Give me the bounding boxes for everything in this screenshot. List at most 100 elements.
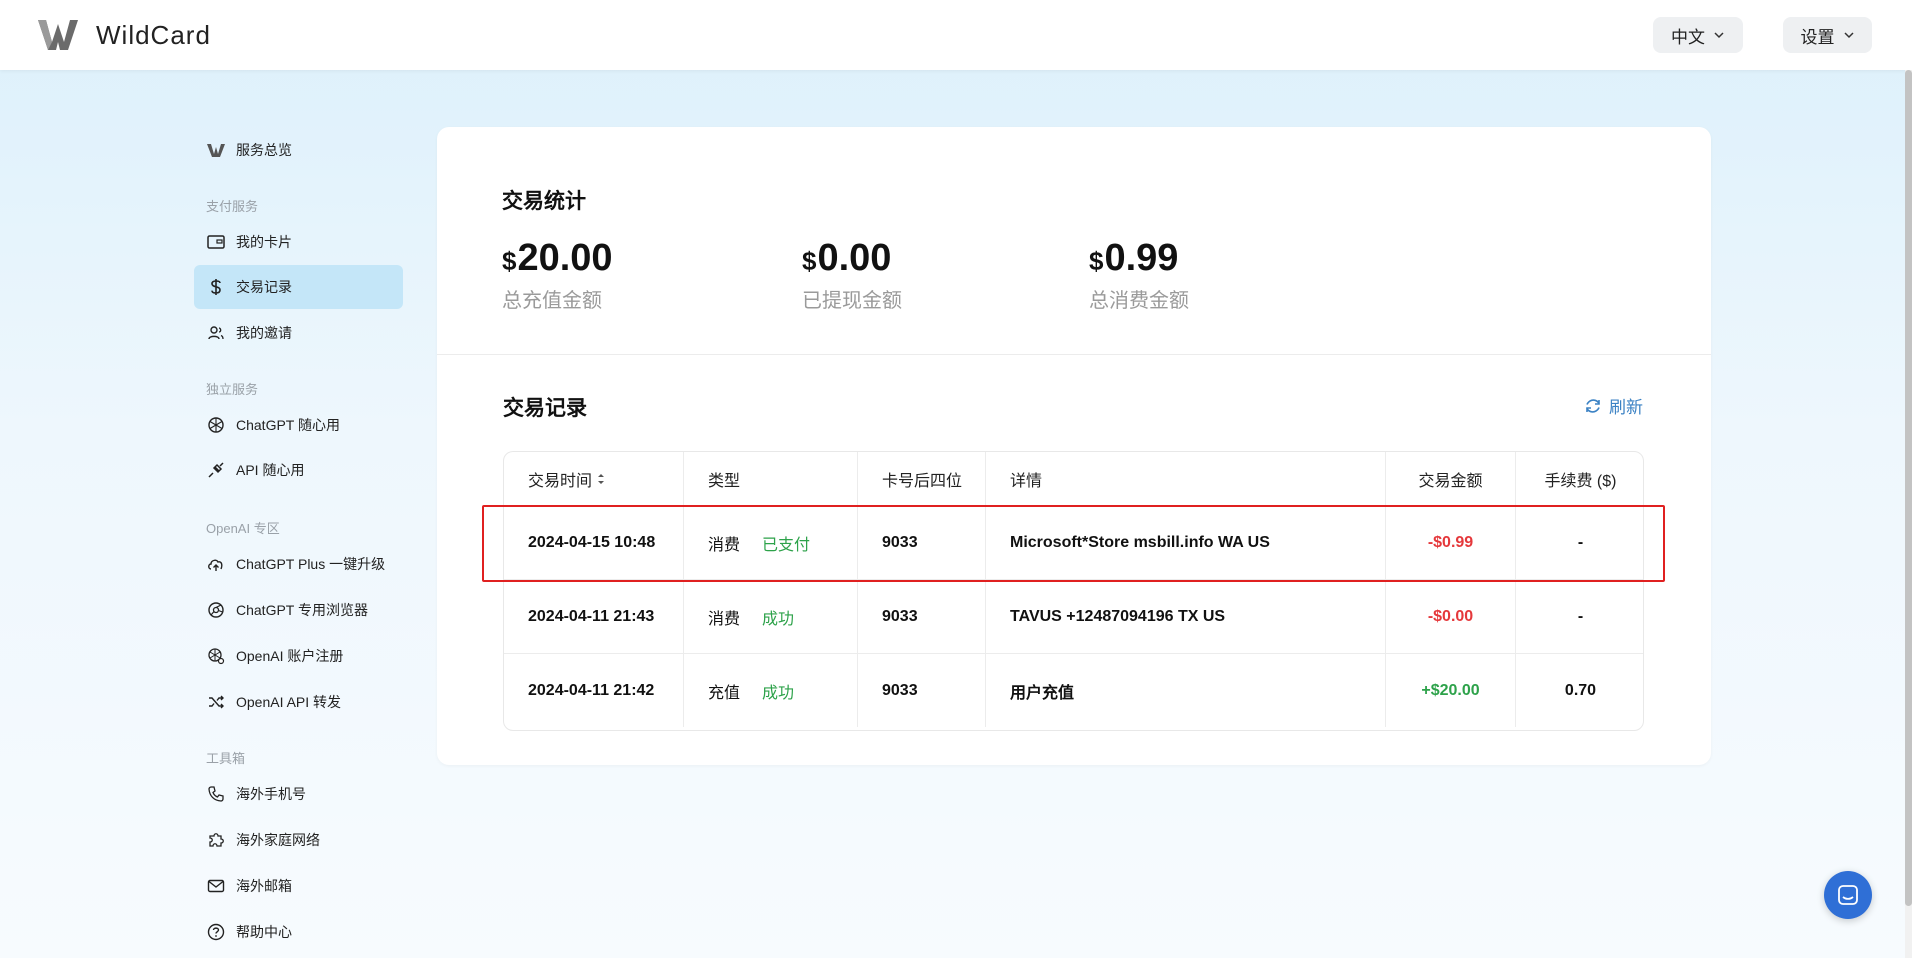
column-header-card-last4: 卡号后四位: [858, 452, 986, 505]
sidebar-item-label: 帮助中心: [236, 924, 292, 940]
type-status: 成功: [762, 684, 795, 702]
cell-type: 充值 成功: [684, 654, 858, 727]
cell-time: 2024-04-11 21:42: [504, 654, 684, 727]
stat-value: $ 0.99: [1089, 237, 1189, 280]
settings-label: 设置: [1800, 27, 1835, 47]
wildcard-logo-icon[interactable]: [38, 16, 78, 52]
browser-icon: [208, 602, 224, 618]
sidebar-item-label: ChatGPT 随心用: [236, 417, 340, 433]
sidebar-item-label: 我的卡片: [236, 234, 292, 250]
refresh-button[interactable]: 刷新: [1583, 393, 1643, 418]
sidebar-item-chatgpt-anytime[interactable]: ChatGPT 随心用: [194, 403, 403, 447]
brand-name[interactable]: WildCard: [96, 20, 211, 51]
stat-value: $ 0.00: [802, 237, 902, 280]
wildcard-small-logo-icon: [207, 144, 225, 157]
shuffle-icon: [209, 695, 224, 709]
sidebar-item-label: 海外邮箱: [236, 878, 292, 894]
sidebar-item-help-center[interactable]: 帮助中心: [194, 910, 403, 954]
type-kind: 消费: [708, 536, 741, 554]
card-icon: [207, 235, 225, 249]
sidebar-item-openai-api-forward[interactable]: OpenAI API 转发: [194, 680, 403, 724]
cell-detail: 用户充值: [986, 654, 1386, 727]
stat-label: 已提现金额: [802, 290, 902, 312]
sidebar-item-my-cards[interactable]: 我的卡片: [194, 220, 403, 264]
table-row[interactable]: 2024-04-11 21:43 消费 成功 9033 TAVUS +12487…: [504, 579, 1643, 653]
currency-symbol: $: [802, 246, 817, 276]
cell-fee: -: [1577, 607, 1584, 625]
sidebar-item-label: 交易记录: [236, 279, 292, 295]
chat-support-button[interactable]: [1824, 871, 1872, 919]
sidebar-item-label: 我的邀请: [236, 325, 292, 341]
sidebar-item-overview[interactable]: 服务总览: [194, 128, 403, 172]
refresh-icon: [1586, 398, 1600, 413]
table-header-row: 交易时间 类型 卡号后四位 详情 交易金额 手续费 ($): [504, 452, 1643, 505]
sidebar-item-label: ChatGPT Plus 一键升级: [236, 556, 386, 572]
sort-icon[interactable]: [596, 472, 606, 486]
cell-amount: -$0.99: [1386, 506, 1516, 579]
sidebar-item-openai-register[interactable]: OpenAI 账户注册: [194, 634, 403, 678]
sidebar-item-overseas-home-network[interactable]: 海外家庭网络: [194, 818, 403, 862]
cell-amount: -$0.00: [1386, 580, 1516, 653]
section-label-openai: OpenAI 专区: [206, 521, 280, 536]
column-header-fee: 手续费 ($): [1544, 472, 1617, 490]
page-scrollbar[interactable]: [1905, 70, 1912, 958]
sidebar-item-transactions[interactable]: 交易记录: [194, 265, 403, 309]
phone-icon: [208, 786, 224, 802]
sidebar-item-overseas-email[interactable]: 海外邮箱: [194, 864, 403, 908]
cell-fee: 0.70: [1564, 681, 1597, 699]
cell-card: 9033: [858, 506, 986, 579]
sidebar-item-label: 海外家庭网络: [236, 832, 320, 848]
column-label: 交易时间: [528, 472, 593, 490]
section-label-standalone: 独立服务: [206, 382, 259, 397]
column-header-time[interactable]: 交易时间: [504, 452, 684, 505]
language-select[interactable]: 中文: [1653, 17, 1743, 53]
table-row[interactable]: 2024-04-11 21:42 充值 成功 9033 用户充值 +$20.00…: [504, 653, 1643, 727]
sidebar-item-label: ChatGPT 专用浏览器: [236, 602, 368, 618]
transactions-table: 交易时间 类型 卡号后四位 详情 交易金额 手续费 ($) 2024-04-15…: [503, 451, 1644, 731]
stat-amount: 20.00: [517, 237, 613, 279]
scrollbar-thumb[interactable]: [1905, 70, 1912, 906]
type-status: 成功: [762, 610, 795, 628]
chevron-down-icon: [1843, 32, 1854, 39]
sidebar-item-api-anytime[interactable]: API 随心用: [194, 448, 403, 492]
openai-icon: [208, 417, 224, 433]
sidebar-item-label: OpenAI 账户注册: [236, 648, 344, 664]
sidebar-item-label: 服务总览: [236, 142, 292, 158]
dollar-icon: [211, 279, 221, 295]
stat-value: $ 20.00: [502, 237, 613, 280]
stat-label: 总消费金额: [1089, 290, 1189, 312]
type-kind: 消费: [708, 610, 741, 628]
sidebar-item-label: API 随心用: [236, 462, 305, 478]
cell-detail: Microsoft*Store msbill.info WA US: [986, 506, 1386, 579]
table-row[interactable]: 2024-04-15 10:48 消费 已支付 9033 Microsoft*S…: [504, 505, 1643, 579]
column-header-amount: 交易金额: [1386, 452, 1516, 505]
cell-detail: TAVUS +12487094196 TX US: [986, 580, 1386, 653]
sidebar-item-label: 海外手机号: [236, 786, 306, 802]
chat-icon: [1838, 885, 1858, 905]
sidebar-item-label: OpenAI API 转发: [236, 694, 342, 710]
cell-amount: +$20.00: [1386, 654, 1516, 727]
top-header: WildCard 中文 设置: [0, 0, 1912, 70]
sidebar-item-plus-upgrade[interactable]: ChatGPT Plus 一键升级: [194, 542, 403, 586]
cell-time: 2024-04-11 21:43: [504, 580, 684, 653]
stat-label: 总充值金额: [502, 290, 602, 312]
settings-dropdown[interactable]: 设置: [1783, 17, 1872, 53]
stat-total-withdrawn: $ 0.00 已提现金额: [802, 237, 902, 313]
stats-title: 交易统计: [502, 190, 586, 213]
stat-amount: 0.99: [1104, 237, 1179, 279]
transactions-card: 交易统计 $ 20.00 总充值金额 $ 0.00 已提现金额 $ 0.99 总…: [437, 127, 1711, 765]
sidebar-item-invitations[interactable]: 我的邀请: [194, 311, 403, 355]
type-kind: 充值: [708, 684, 741, 702]
cell-time: 2024-04-15 10:48: [504, 506, 684, 579]
cell-type: 消费 已支付: [684, 506, 858, 579]
sidebar-item-chatgpt-browser[interactable]: ChatGPT 专用浏览器: [194, 588, 403, 632]
cell-type: 消费 成功: [684, 580, 858, 653]
cell-card: 9033: [858, 580, 986, 653]
column-header-type: 类型: [684, 452, 858, 505]
puzzle-icon: [209, 833, 224, 847]
sidebar-item-overseas-phone[interactable]: 海外手机号: [194, 772, 403, 816]
currency-symbol: $: [502, 246, 517, 276]
stat-total-spent: $ 0.99 总消费金额: [1089, 237, 1189, 313]
cloud-upload-icon: [208, 559, 223, 571]
mail-icon: [207, 879, 225, 893]
